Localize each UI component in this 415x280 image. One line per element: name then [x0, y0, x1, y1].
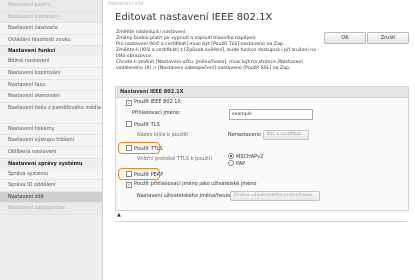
radio-mschapv2[interactable] [228, 153, 234, 159]
protocol-option-mschapv2[interactable]: MSCHAPv2 [228, 153, 263, 160]
sidebar-item-common[interactable]: Běžné nastavení [0, 56, 102, 68]
change-username-password-button[interactable]: Změna uživatelského jména/hesla... [230, 191, 320, 201]
sidebar-item-system-management[interactable]: Správa systému [0, 168, 102, 181]
sidebar-item-favorites[interactable]: Oblíbená nastavení [0, 146, 102, 159]
sidebar-item-timer[interactable]: Nastavení časovače [0, 23, 102, 35]
sidebar-item-copy[interactable]: Nastavení kopírování [0, 67, 102, 80]
sidebar-item-memory-print[interactable]: Nastavení tisku z paměťového média [0, 102, 102, 124]
key-name-label: Název klíče k použití [137, 132, 189, 138]
user-settings-label: Nastavení uživatelského jména/hesla [137, 193, 231, 199]
pap-label: PAP [236, 161, 246, 167]
use-login-as-user-checkbox[interactable]: ✓ [126, 182, 132, 188]
inner-protocol-label: Vnitřní protokol TTLS k použití [137, 156, 212, 162]
sidebar-item-display[interactable]: Nastavení zobrazení [0, 11, 102, 24]
use-login-as-user-label: Použít přihlašovací jméno jako uživatels… [134, 181, 257, 187]
intro-line: vzdáleného UI] > [Nastavení zabezpečení]… [116, 66, 291, 71]
sidebar-item-fax[interactable]: Nastavení faxu [0, 79, 102, 92]
divider [115, 210, 407, 211]
main-content: Nastavení sítě Editovat nastavení IEEE 8… [108, 0, 415, 280]
intro-text: Změňte následující nastavení. Změny budo… [116, 30, 316, 72]
panel-header: Nastavení IEEE 802.1X [116, 87, 408, 98]
sidebar-item-printer[interactable]: Nastavení tiskárny [0, 123, 102, 136]
sidebar-item-department-id[interactable]: Správa ID oddělení [0, 180, 102, 192]
sidebar-item-volume[interactable]: Ovládání hlasitosti zvuku [0, 34, 102, 47]
key-name-value: Nenastaveno [228, 132, 261, 138]
highlight-ttls [118, 142, 160, 154]
sidebar-item-scan[interactable]: Nastavení skenování [0, 91, 102, 103]
use-tls-checkbox[interactable] [126, 121, 132, 127]
use-login-as-user-row[interactable]: ✓ Použít přihlašovací jméno jako uživatel… [126, 181, 256, 188]
highlight-peap [118, 168, 160, 180]
use-ieee-label: Použít IEEE 802.1X [134, 99, 181, 105]
login-name-label: Přihlašovací jméno: [132, 110, 181, 116]
radio-pap[interactable] [228, 160, 234, 166]
ok-button[interactable]: OK [324, 32, 366, 44]
login-name-input[interactable] [229, 109, 313, 120]
sidebar-section-system: Nastavení správy systému [0, 158, 102, 169]
page-title: Editovat nastavení IEEE 802.1X [115, 12, 273, 23]
use-ieee-row[interactable]: ✓ Použít IEEE 802.1X [126, 99, 181, 106]
divider [115, 221, 407, 222]
sidebar-item-paper[interactable]: Nastavení papíru [0, 0, 102, 12]
sidebar-section-functions: Nastavení funkcí [0, 46, 102, 57]
protocol-option-pap[interactable]: PAP [228, 160, 245, 167]
sidebar-item-report[interactable]: Nastavení výstupu hlášení [0, 135, 102, 147]
sidebar-item-security[interactable]: Nastavení zabezpečení [0, 203, 102, 215]
cancel-button[interactable]: Zrušit [367, 32, 409, 44]
use-ieee-checkbox[interactable]: ✓ [126, 100, 132, 106]
sidebar-item-network[interactable]: Nastavení sítě [0, 191, 102, 204]
page-top-icon[interactable]: ▲ [117, 212, 121, 218]
breadcrumb: Nastavení sítě [108, 1, 144, 7]
use-tls-label: Použít TLS [134, 122, 160, 128]
use-tls-row[interactable]: Použít TLS [126, 121, 160, 128]
sidebar: Nastavení papíru Nastavení zobrazení Nas… [0, 0, 103, 280]
key-certificate-button[interactable]: Klíč a certifikát... [263, 130, 309, 140]
